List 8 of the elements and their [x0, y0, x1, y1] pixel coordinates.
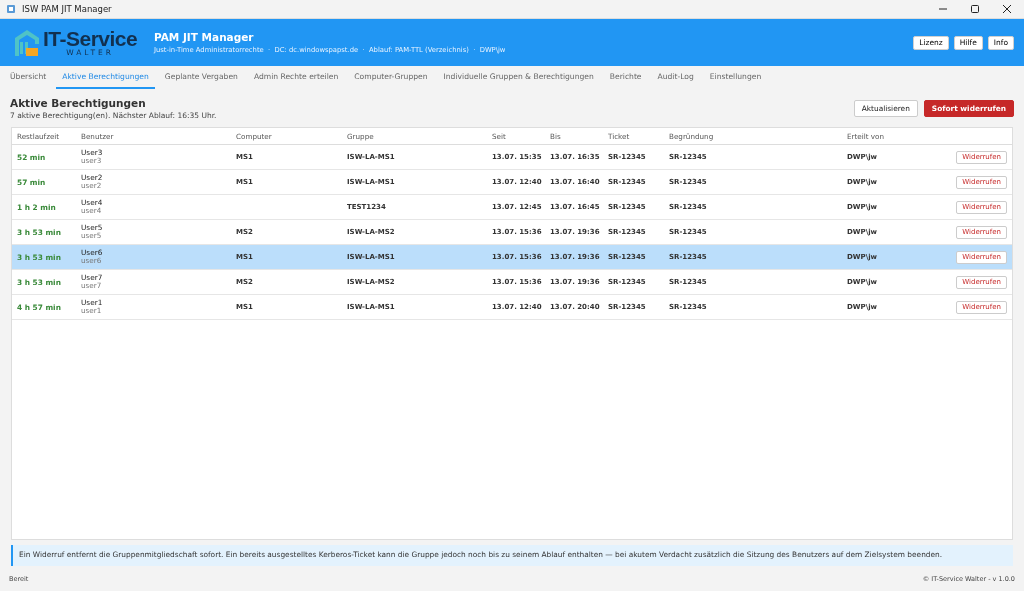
- page-title: Aktive Berechtigungen: [10, 97, 147, 109]
- logo-text: IT-Service: [43, 28, 138, 50]
- app-icon: [6, 4, 16, 14]
- maximize-icon[interactable]: [970, 4, 980, 14]
- app-title: PAM JIT Manager: [154, 31, 255, 43]
- logo-icon: [13, 27, 41, 58]
- close-icon[interactable]: [1002, 4, 1012, 14]
- window-title: ISW PAM JIT Manager: [22, 4, 113, 14]
